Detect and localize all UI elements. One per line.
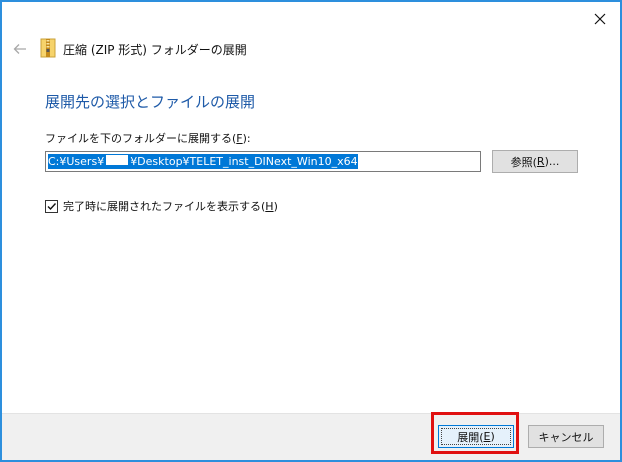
show-files-label-suffix: ) [273, 200, 278, 213]
show-files-option[interactable]: 完了時に展開されたファイルを表示する(H) [45, 198, 278, 214]
show-files-label-key: H [265, 200, 274, 213]
path-part-2: ¥Desktop¥TELET_inst_DINext_Win10_x64 [130, 155, 358, 168]
page-heading: 展開先の選択とファイルの展開 [45, 93, 256, 111]
browse-button[interactable]: 参照(R)... [492, 150, 578, 173]
extract-label-prefix: 展開( [457, 430, 484, 444]
checkmark-icon [47, 202, 57, 210]
path-part-1: C:¥Users¥ [48, 155, 105, 168]
destination-path-input[interactable]: C:¥Users¥ ¥Desktop¥TELET_inst_DINext_Win1… [45, 151, 481, 172]
close-button[interactable] [586, 6, 614, 32]
destination-label-suffix: ): [242, 132, 251, 145]
zip-folder-icon [40, 38, 56, 58]
browse-label-key: R [536, 155, 545, 168]
extract-dialog: 圧縮 (ZIP 形式) フォルダーの展開 展開先の選択とファイルの展開 ファイル… [0, 0, 622, 462]
back-button[interactable] [10, 39, 30, 59]
browse-label-prefix: 参照( [510, 155, 537, 169]
show-files-checkbox[interactable] [45, 199, 58, 213]
extract-button[interactable]: 展開(E) [438, 425, 514, 448]
show-files-label: 完了時に展開されたファイルを表示する(H) [63, 198, 278, 214]
nav-bar: 圧縮 (ZIP 形式) フォルダーの展開 [2, 36, 620, 62]
cancel-button[interactable]: キャンセル [528, 425, 604, 448]
browse-label-suffix: )... [544, 155, 560, 168]
extract-label-suffix: ) [490, 430, 495, 443]
destination-label: ファイルを下のフォルダーに展開する(F): [45, 130, 251, 146]
dialog-title: 圧縮 (ZIP 形式) フォルダーの展開 [63, 43, 247, 57]
extract-label-key: E [483, 430, 491, 443]
destination-label-prefix: ファイルを下のフォルダーに展開する( [45, 132, 237, 145]
back-arrow-icon [13, 44, 26, 54]
selected-path-text: C:¥Users¥ ¥Desktop¥TELET_inst_DINext_Win1… [48, 154, 358, 169]
show-files-label-prefix: 完了時に展開されたファイルを表示する( [63, 200, 266, 213]
redacted-username [105, 154, 130, 166]
close-icon [594, 13, 606, 25]
